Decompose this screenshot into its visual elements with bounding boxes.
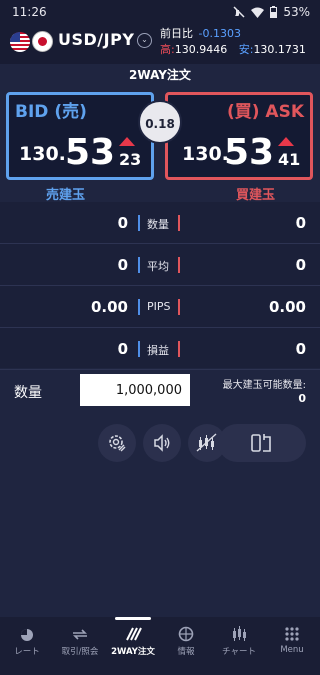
tab-trade[interactable]: 取引/照会 bbox=[53, 623, 107, 671]
divider-red bbox=[178, 299, 180, 315]
page-title: 2WAY注文 bbox=[129, 68, 191, 82]
ask-label: (買) ASK bbox=[226, 102, 304, 122]
position-stats: 0 数量 0 0 平均 0 0.00 PIPS 0.00 0 損益 0 bbox=[0, 202, 320, 370]
tab-label: Menu bbox=[280, 645, 304, 655]
ask-up-arrow-icon bbox=[278, 137, 294, 146]
bid-price-int: 130. bbox=[19, 143, 66, 165]
ask-buy-button[interactable]: (買) ASK 130. 53 41 bbox=[165, 92, 313, 180]
battery-icon bbox=[270, 6, 278, 18]
divider-red bbox=[178, 341, 180, 357]
sell-pips: 0.00 bbox=[90, 298, 128, 316]
prev-day-label: 前日比 bbox=[160, 27, 193, 40]
tab-label: 取引/照会 bbox=[61, 647, 99, 657]
tab-info[interactable]: 情報 bbox=[159, 623, 213, 671]
buy-position-label[interactable]: 買建玉 bbox=[236, 184, 275, 203]
ask-price-big: 53 bbox=[224, 132, 275, 173]
battery-level: 53% bbox=[283, 5, 310, 19]
chevron-down-icon[interactable]: ⌄ bbox=[137, 33, 152, 48]
stat-row-pnl: 0 損益 0 bbox=[0, 328, 320, 370]
stat-divider: 平均 bbox=[138, 256, 182, 276]
low-label: 安: bbox=[238, 43, 254, 56]
us-flag-icon bbox=[10, 32, 30, 52]
bid-price-small: 23 bbox=[119, 150, 142, 169]
prev-day-change: -0.1303 bbox=[198, 27, 241, 40]
buy-pnl: 0 bbox=[295, 340, 306, 358]
sell-pnl: 0 bbox=[117, 340, 128, 358]
rate-icon bbox=[21, 629, 33, 641]
quantity-input[interactable] bbox=[80, 374, 190, 406]
twoway-icon bbox=[126, 627, 142, 641]
stat-name: 平均 bbox=[147, 260, 169, 273]
tab-label: 情報 bbox=[177, 647, 195, 657]
settings-icon bbox=[109, 435, 126, 452]
chart-toggle-icon bbox=[196, 433, 217, 452]
buy-quantity: 0 bbox=[295, 214, 306, 232]
mute-icon bbox=[233, 6, 245, 18]
high-value: 130.9446 bbox=[174, 43, 228, 56]
tab-rate[interactable]: レート bbox=[0, 623, 54, 671]
sell-position-label[interactable]: 売建玉 bbox=[46, 184, 85, 203]
sell-average: 0 bbox=[117, 256, 128, 274]
chart-icon bbox=[233, 626, 246, 641]
high-label: 高: bbox=[160, 43, 175, 56]
ask-price-int: 130. bbox=[182, 143, 229, 165]
sound-icon bbox=[154, 434, 170, 452]
info-icon bbox=[178, 626, 194, 642]
bid-price-big: 53 bbox=[65, 132, 116, 173]
max-position-value: 0 bbox=[298, 392, 306, 405]
settings-button[interactable] bbox=[98, 424, 136, 462]
tab-menu[interactable]: Menu bbox=[265, 623, 319, 671]
tab-label: チャート bbox=[222, 647, 256, 657]
bid-sell-button[interactable]: BID (売) 130. 53 23 bbox=[6, 92, 154, 180]
tab-chart[interactable]: チャート bbox=[212, 623, 266, 671]
status-icons: 53% bbox=[233, 5, 310, 19]
divider-red bbox=[178, 257, 180, 273]
tab-2way-order[interactable]: 2WAY注文 bbox=[106, 623, 160, 671]
trade-icon bbox=[73, 629, 87, 640]
active-tab-indicator bbox=[115, 617, 151, 620]
stat-row-pips: 0.00 PIPS 0.00 bbox=[0, 286, 320, 328]
stat-row-average: 0 平均 0 bbox=[0, 244, 320, 286]
max-position-label: 最大建玉可能数量: bbox=[222, 380, 306, 391]
bid-label: BID (売) bbox=[15, 102, 87, 122]
tab-label: 2WAY注文 bbox=[111, 647, 155, 657]
rotate-button[interactable] bbox=[218, 424, 306, 462]
tab-label: レート bbox=[14, 647, 40, 657]
sound-button[interactable] bbox=[143, 424, 181, 462]
stat-name: 損益 bbox=[147, 344, 169, 357]
status-bar: 11:26 53% bbox=[0, 0, 320, 24]
buy-pips: 0.00 bbox=[268, 298, 306, 316]
ask-price-small: 41 bbox=[278, 150, 301, 169]
divider-blue bbox=[138, 299, 140, 315]
buy-average: 0 bbox=[295, 256, 306, 274]
divider-blue bbox=[138, 257, 140, 273]
stat-name: PIPS bbox=[147, 300, 171, 313]
currency-pair[interactable]: USD/JPY bbox=[58, 30, 134, 49]
stat-name: 数量 bbox=[147, 218, 169, 231]
wifi-icon bbox=[251, 7, 265, 18]
divider-blue bbox=[138, 341, 140, 357]
menu-icon bbox=[285, 627, 299, 641]
spread-badge: 0.18 bbox=[138, 100, 182, 144]
bid-up-arrow-icon bbox=[119, 137, 135, 146]
divider-red bbox=[178, 215, 180, 231]
price-summary: 前日比 -0.1303 高:130.9446 安:130.1731 bbox=[160, 26, 306, 58]
quantity-label: 数量 bbox=[14, 385, 42, 401]
stat-row-quantity: 0 数量 0 bbox=[0, 202, 320, 244]
stat-divider: 損益 bbox=[138, 340, 182, 360]
rotate-icon bbox=[251, 434, 271, 452]
divider-blue bbox=[138, 215, 140, 231]
bottom-tab-bar: レート 取引/照会 2WAY注文 情報 チャート Menu bbox=[0, 617, 320, 675]
sell-quantity: 0 bbox=[117, 214, 128, 232]
stat-divider: PIPS bbox=[138, 298, 182, 318]
stat-divider: 数量 bbox=[138, 214, 182, 234]
low-value: 130.1731 bbox=[253, 43, 306, 56]
currency-header: USD/JPY ⌄ 前日比 -0.1303 高:130.9446 安:130.1… bbox=[0, 24, 320, 64]
jp-flag-icon bbox=[32, 31, 53, 52]
status-time: 11:26 bbox=[12, 5, 47, 19]
